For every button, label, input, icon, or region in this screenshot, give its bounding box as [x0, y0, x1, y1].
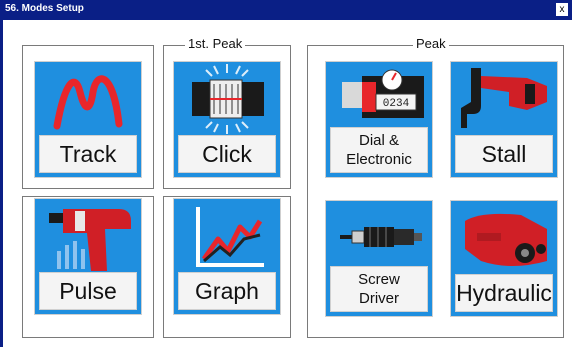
graph-label: Graph [178, 272, 276, 310]
screwdriver-icon [340, 227, 422, 247]
title-bar: 56. Modes Setup x [0, 0, 572, 20]
track-label: Track [39, 135, 137, 173]
screw-driver-label: Screw Driver [330, 266, 428, 312]
track-mode-button[interactable]: Track [34, 61, 142, 178]
hydraulic-mode-button[interactable]: Hydraulic [450, 200, 558, 317]
stall-tool-icon [461, 68, 547, 128]
graph-mode-button[interactable]: Graph [173, 198, 281, 315]
window-edge [0, 20, 3, 347]
peak-label: Peak [413, 36, 449, 51]
hydraulic-label: Hydraulic [455, 274, 553, 312]
stall-mode-button[interactable]: Stall [450, 61, 558, 178]
dial-label-line2: Electronic [346, 151, 412, 168]
screw-driver-mode-button[interactable]: Screw Driver [325, 200, 433, 317]
track-icon [53, 75, 123, 130]
first-peak-label: 1st. Peak [185, 36, 246, 51]
close-button[interactable]: x [556, 3, 568, 16]
click-label: Click [178, 135, 276, 173]
click-mode-button[interactable]: Click [173, 61, 281, 178]
stall-label: Stall [455, 135, 553, 173]
impact-gun-icon [49, 209, 131, 271]
dial-electronic-mode-button[interactable]: 0234 Dial & Electronic [325, 61, 433, 178]
click-wrench-icon [192, 64, 264, 134]
dial-gauge-icon: 0234 [342, 69, 424, 118]
pulse-mode-button[interactable]: Pulse [34, 198, 142, 315]
pulse-label: Pulse [39, 272, 137, 310]
graph-icon [196, 207, 264, 267]
hydraulic-wrench-icon [465, 213, 547, 266]
screw-label-line1: Screw [358, 271, 400, 288]
dial-readout: 0234 [383, 98, 410, 110]
dial-label-line1: Dial & [358, 132, 399, 149]
window-title: 56. Modes Setup [5, 3, 84, 14]
screw-label-line2: Driver [359, 290, 399, 307]
dial-electronic-label: Dial & Electronic [330, 127, 428, 173]
